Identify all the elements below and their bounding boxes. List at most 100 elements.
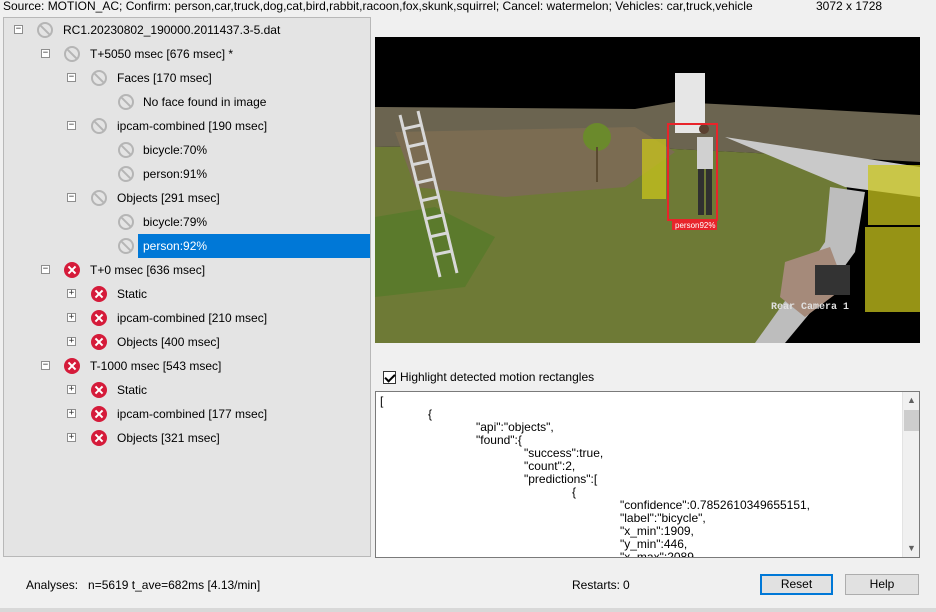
status-bar: Analyses: n=5619 t_ave=682ms [4.13/min] … — [0, 560, 936, 612]
tree-item[interactable]: + ipcam-combined [210 msec] — [4, 306, 370, 330]
scroll-thumb[interactable] — [904, 410, 919, 431]
tree-item[interactable]: bicycle:79% — [4, 210, 370, 234]
tree-item[interactable]: − Faces [170 msec] — [4, 66, 370, 90]
json-line: [ — [380, 394, 384, 408]
tree-item-label: Faces [170 msec] — [117, 71, 212, 85]
reset-button[interactable]: Reset — [760, 574, 833, 595]
tree-item-label: ipcam-combined [210 msec] — [117, 311, 268, 325]
highlight-motion-option[interactable]: Highlight detected motion rectangles — [383, 369, 594, 385]
no-entry-icon — [37, 22, 53, 38]
window-bottom-border — [0, 608, 936, 612]
json-line: "x_max":2089 — [620, 550, 694, 558]
collapse-icon[interactable]: − — [41, 361, 50, 370]
tree-item[interactable]: − RC1.20230802_190000.2011437.3-5.dat — [4, 18, 370, 42]
error-icon — [64, 358, 80, 374]
highlight-motion-label: Highlight detected motion rectangles — [400, 370, 595, 384]
expand-icon[interactable]: + — [67, 289, 76, 298]
tree-item[interactable]: No face found in image — [4, 90, 370, 114]
no-entry-icon — [91, 70, 107, 86]
json-output[interactable]: [{"api":"objects", "found":{"success":tru… — [375, 391, 920, 558]
tree-item[interactable]: + Objects [321 msec] — [4, 426, 370, 450]
restarts-value: 0 — [623, 578, 630, 592]
error-icon — [91, 430, 107, 446]
tree-item-label: RC1.20230802_190000.2011437.3-5.dat — [63, 23, 281, 37]
scroll-up-icon[interactable]: ▲ — [903, 392, 919, 409]
no-entry-icon — [118, 238, 134, 254]
tree-item-label: T+5050 msec [676 msec] * — [90, 47, 234, 61]
no-entry-icon — [118, 166, 134, 182]
tree-item[interactable]: − T+0 msec [636 msec] — [4, 258, 370, 282]
expand-icon[interactable]: + — [67, 385, 76, 394]
tree-item[interactable]: − Objects [291 msec] — [4, 186, 370, 210]
camera-image: person92% Rear Camera 1 — [375, 37, 920, 343]
sky-region — [375, 37, 920, 107]
tree-item-label: ipcam-combined [177 msec] — [117, 407, 268, 421]
tree-item-label: person:91% — [143, 167, 208, 181]
tree-item-label: ipcam-combined [190 msec] — [117, 119, 268, 133]
detection-label: person92% — [675, 221, 715, 230]
error-icon — [91, 310, 107, 326]
expand-icon[interactable]: + — [67, 433, 76, 442]
tree-item-label: person:92% — [138, 234, 370, 258]
scroll-down-icon[interactable]: ▼ — [903, 540, 919, 557]
collapse-icon[interactable]: − — [67, 193, 76, 202]
error-icon — [91, 286, 107, 302]
motion-rect-right-bottom — [865, 227, 920, 312]
tree-item[interactable]: + ipcam-combined [177 msec] — [4, 402, 370, 426]
json-line: "confidence":0.7852610349655151, — [620, 498, 811, 512]
camera-overlay-label: Rear Camera 1 — [771, 302, 849, 313]
expand-icon[interactable]: + — [67, 313, 76, 322]
motion-rect-right-top — [868, 165, 920, 225]
no-entry-icon — [118, 94, 134, 110]
small-tree — [583, 123, 611, 151]
restarts-label: Restarts: — [572, 578, 621, 592]
error-icon — [64, 262, 80, 278]
analyses-label: Analyses: n=5619 t_ave=682ms [4.13/min] — [26, 578, 261, 592]
drain-grate — [815, 265, 850, 295]
expand-icon[interactable]: + — [67, 409, 76, 418]
tree-item[interactable]: + Objects [400 msec] — [4, 330, 370, 354]
analyses-value: n=5619 t_ave=682ms [4.13/min] — [88, 578, 261, 592]
highlight-motion-checkbox[interactable] — [383, 370, 396, 384]
error-icon — [91, 334, 107, 350]
tree-item[interactable]: bicycle:70% — [4, 138, 370, 162]
tree-item[interactable]: − T+5050 msec [676 msec] * — [4, 42, 370, 66]
tree-item-label: T+0 msec [636 msec] — [90, 263, 206, 277]
tree-item-label: Static — [117, 383, 148, 397]
tree-item-label: T-1000 msec [543 msec] — [90, 359, 222, 373]
help-button[interactable]: Help — [845, 574, 919, 595]
json-line: "x_min":1909, — [620, 524, 694, 538]
tree-item[interactable]: − T-1000 msec [543 msec] — [4, 354, 370, 378]
error-icon — [91, 382, 107, 398]
analysis-tree[interactable]: − RC1.20230802_190000.2011437.3-5.dat − T+5… — [3, 17, 371, 557]
tree-item[interactable]: + Static — [4, 282, 370, 306]
tree-item[interactable]: person:92% — [4, 234, 370, 258]
collapse-icon[interactable]: − — [41, 265, 50, 274]
error-icon — [91, 406, 107, 422]
motion-rect-left — [642, 139, 666, 199]
json-line: "predictions":[ — [524, 472, 598, 486]
tree-item[interactable]: − ipcam-combined [190 msec] — [4, 114, 370, 138]
tree-item-label: Objects [321 msec] — [117, 431, 220, 445]
no-entry-icon — [118, 142, 134, 158]
no-entry-icon — [64, 46, 80, 62]
collapse-icon[interactable]: − — [67, 73, 76, 82]
tree-item-label: Objects [291 msec] — [117, 191, 220, 205]
vertical-scrollbar[interactable]: ▲ ▼ — [902, 392, 919, 557]
json-line: "api":"objects", — [476, 420, 554, 434]
tree-item[interactable]: + Static — [4, 378, 370, 402]
expand-icon[interactable]: + — [67, 337, 76, 346]
json-line: "label":"bicycle", — [620, 511, 706, 525]
tree-item-label: No face found in image — [143, 95, 267, 109]
camera-image-scene: person92% Rear Camera 1 — [375, 37, 920, 343]
json-line: { — [428, 407, 433, 421]
resolution-label: 3072 x 1728 — [816, 0, 883, 13]
no-entry-icon — [91, 118, 107, 134]
no-entry-icon — [118, 214, 134, 230]
tree-item[interactable]: person:91% — [4, 162, 370, 186]
no-entry-icon — [91, 190, 107, 206]
collapse-icon[interactable]: − — [67, 121, 76, 130]
collapse-icon[interactable]: − — [14, 25, 23, 34]
tree-item-label: Objects [400 msec] — [117, 335, 220, 349]
collapse-icon[interactable]: − — [41, 49, 50, 58]
